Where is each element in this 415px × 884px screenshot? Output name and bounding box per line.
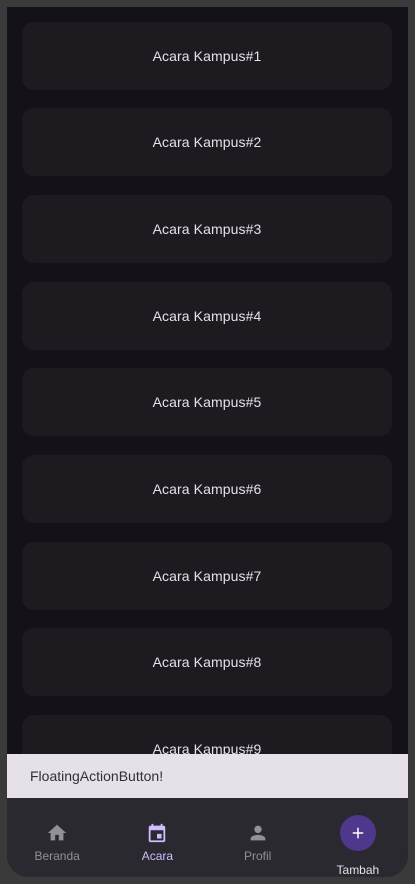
event-card[interactable]: Acara Kampus#4 (22, 282, 392, 350)
event-card[interactable]: Acara Kampus#3 (22, 195, 392, 263)
event-title: Acara Kampus#9 (152, 741, 262, 754)
event-title: Acara Kampus#4 (152, 308, 262, 324)
event-card[interactable]: Acara Kampus#9 (22, 715, 392, 754)
event-title: Acara Kampus#5 (152, 394, 262, 410)
event-card[interactable]: Acara Kampus#6 (22, 455, 392, 523)
event-title: Acara Kampus#3 (152, 221, 262, 237)
event-card[interactable]: Acara Kampus#5 (22, 368, 392, 436)
add-fab-button[interactable] (339, 815, 376, 851)
calendar-icon (149, 823, 166, 843)
event-title: Acara Kampus#6 (152, 481, 262, 497)
event-title: Acara Kampus#8 (152, 654, 262, 670)
app-frame: Acara Kampus#1 Acara Kampus#2 Acara Kamp… (7, 7, 408, 877)
event-title: Acara Kampus#2 (152, 134, 262, 150)
snackbar: FloatingActionButton! (7, 754, 408, 798)
home-icon (47, 824, 67, 841)
event-title: Acara Kampus#7 (152, 568, 262, 584)
nav-label: Beranda (34, 849, 80, 863)
event-title: Acara Kampus#1 (152, 48, 262, 64)
event-card[interactable]: Acara Kampus#7 (22, 542, 392, 610)
event-card[interactable]: Acara Kampus#8 (22, 628, 392, 696)
nav-label: Profil (243, 849, 272, 863)
nav-label: Acara (141, 849, 174, 863)
nav-item-beranda[interactable]: Beranda (7, 798, 107, 877)
add-icon (352, 827, 364, 839)
nav-item-tambah: Tambah (308, 798, 408, 877)
nav-item-profil[interactable]: Profil (208, 798, 308, 877)
nav-item-acara[interactable]: Acara (107, 798, 207, 877)
event-card[interactable]: Acara Kampus#1 (22, 22, 392, 90)
event-list[interactable]: Acara Kampus#1 Acara Kampus#2 Acara Kamp… (7, 7, 408, 754)
bottom-navigation-bar: Beranda Acara Profil Tambah (7, 798, 408, 877)
fab-label: Tambah (336, 863, 380, 877)
snackbar-message: FloatingActionButton! (30, 768, 164, 784)
person-icon (250, 825, 265, 841)
event-card[interactable]: Acara Kampus#2 (22, 108, 392, 176)
